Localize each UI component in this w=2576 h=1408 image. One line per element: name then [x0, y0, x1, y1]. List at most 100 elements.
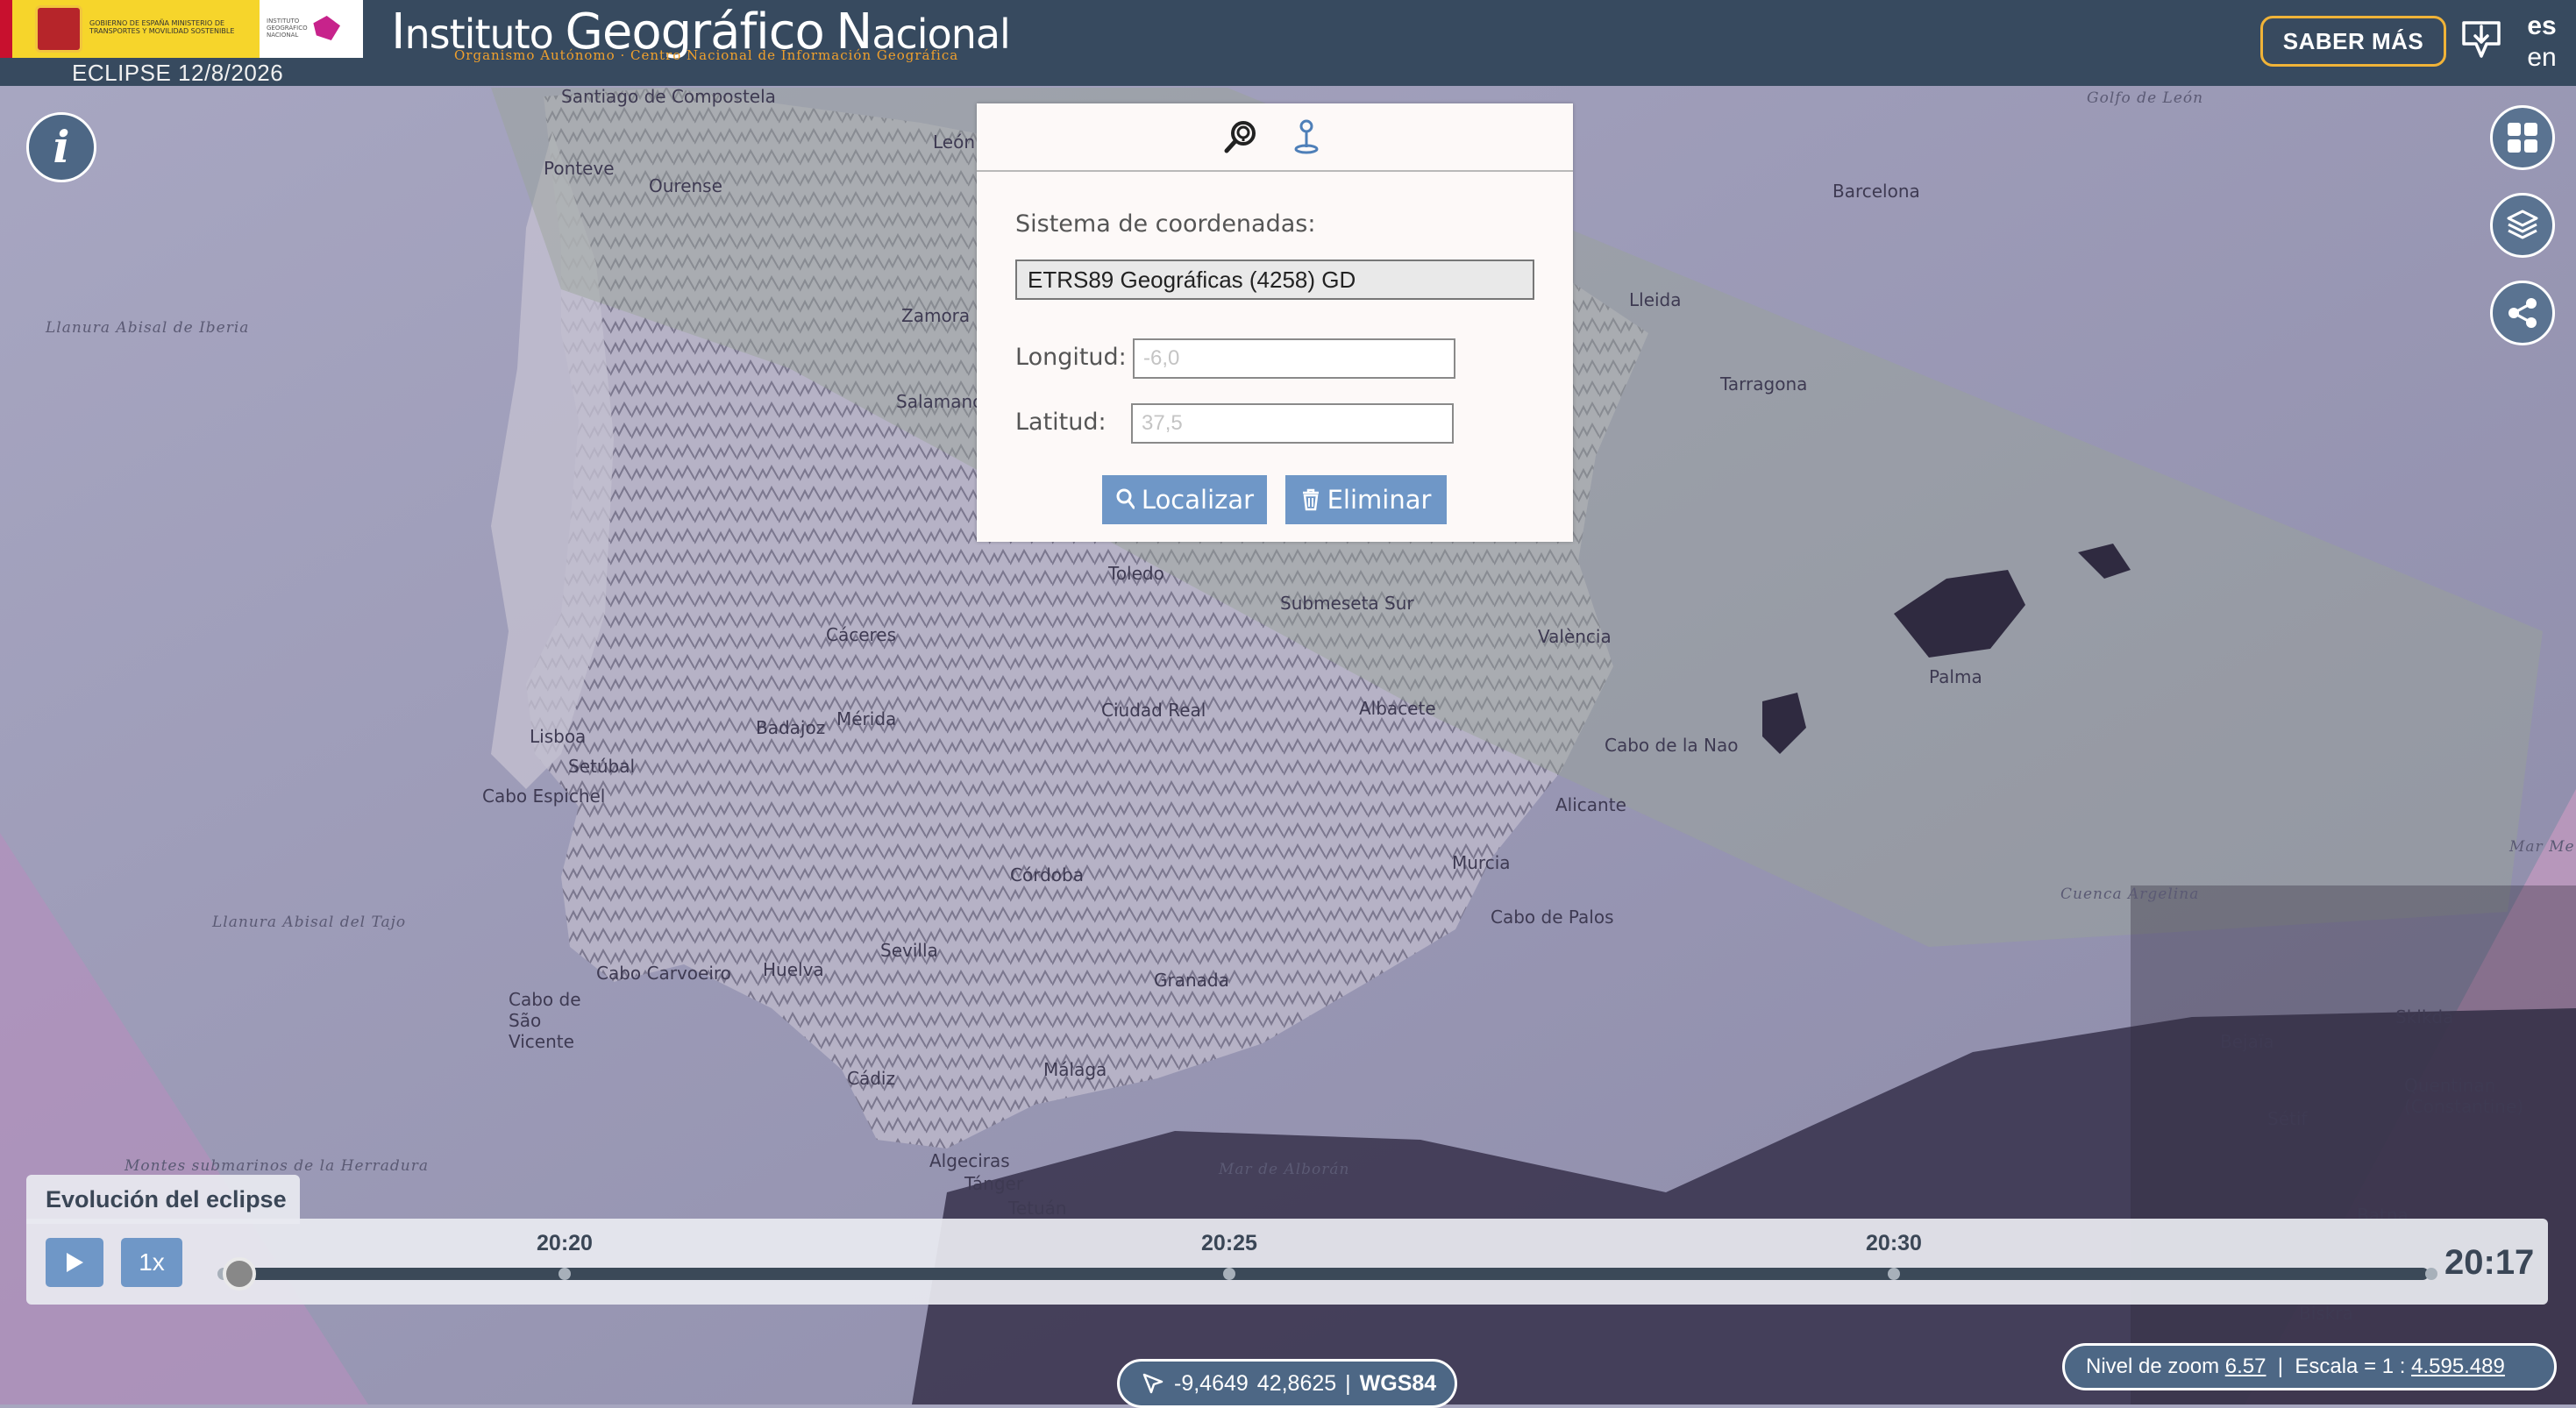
gov-logo-text: GOBIERNO DE ESPAÑA MINISTERIO DE TRANSPO…	[89, 19, 235, 35]
layers-icon	[2507, 210, 2538, 239]
map-label-place: Biskra	[2299, 1303, 2353, 1324]
map-label-place: Cabo de Palos	[1491, 907, 1614, 928]
timeline-tick-label: 20:25	[1201, 1231, 1257, 1255]
map-label-place: Cáceres	[826, 624, 897, 645]
locate-icon	[1116, 488, 1135, 509]
map-label-place: Setúbal	[568, 756, 636, 777]
crs-label: Sistema de coordenadas:	[1015, 210, 1316, 238]
map-label-place: Cádiz	[847, 1068, 895, 1089]
crs-select-value: ETRS89 Geográficas (4258) GD	[1028, 266, 1356, 293]
language-switch: es en	[2511, 11, 2572, 74]
timeline-tick	[559, 1268, 571, 1280]
speed-button[interactable]: 1x	[121, 1238, 182, 1287]
map-label-place: Lisboa	[530, 726, 587, 747]
download-icon[interactable]	[2460, 18, 2502, 63]
map-label-place: Cabo de la Nao	[1605, 735, 1739, 756]
timeline-tick	[1223, 1268, 1235, 1280]
eclipse-timeline: 1x 20:20 20:25 20:30 20:17	[26, 1219, 2548, 1305]
eliminar-button[interactable]: Eliminar	[1285, 475, 1447, 524]
map-label-place: Albacete	[1359, 698, 1436, 719]
ign-subtitle: Organismo Autónomo · Centro Nacional de …	[454, 47, 959, 63]
coat-of-arms-icon	[35, 5, 82, 53]
search-panel-tabs	[977, 103, 1573, 172]
play-button[interactable]	[46, 1238, 103, 1287]
cursor-latitude: 42,8625	[1256, 1370, 1337, 1396]
map-label-place: León	[933, 132, 976, 153]
map-label-place: Cabo Carvoeiro	[596, 963, 731, 984]
timeline-tick	[1888, 1268, 1900, 1280]
map-label-place: Málaga	[1043, 1059, 1107, 1080]
map-label-place: Cabo Espichel	[482, 786, 606, 807]
localizar-button[interactable]: Localizar	[1102, 475, 1267, 524]
saber-mas-button[interactable]: SABER MÁS	[2260, 16, 2446, 67]
map-label-place: Sevilla	[880, 940, 938, 961]
map-label-place: Bejaïa	[2220, 1031, 2274, 1052]
info-button[interactable]: i	[26, 112, 96, 182]
tab-search-place[interactable]	[1220, 116, 1263, 158]
map-label-place: València	[1538, 626, 1612, 647]
map-label-place: Córdoba	[1010, 864, 1084, 885]
timeline-tick	[2425, 1268, 2437, 1280]
longitude-label: Longitud:	[1015, 344, 1127, 371]
map-label-place: Quentinan (Constantine)	[2404, 1075, 2524, 1117]
app-title: ECLIPSE 12/8/2026	[72, 60, 284, 86]
map-label-place: Badajoz	[756, 717, 826, 738]
tab-coordinates[interactable]	[1285, 116, 1327, 158]
header-bar: GOBIERNO DE ESPAÑA MINISTERIO DE TRANSPO…	[0, 0, 2576, 86]
map-label-sea: Cuenca Argelina	[2060, 885, 2200, 903]
map-label-sea: Montes submarinos de la Herradura	[125, 1157, 429, 1175]
share-button[interactable]	[2490, 281, 2555, 345]
zoom-label: Nivel de zoom	[2086, 1355, 2220, 1378]
map-label-place: Submeseta Sur	[1280, 593, 1414, 614]
map-label-sea: Llanura Abisal de Iberia	[46, 319, 250, 337]
eu-flag-strip	[0, 0, 12, 58]
map-label-place: Sétif	[2267, 1108, 2308, 1129]
map-label-sea: Mar Me	[2509, 838, 2575, 856]
map-label-place: Toledo	[1108, 563, 1164, 584]
lang-en-link[interactable]: en	[2511, 42, 2572, 74]
info-icon: i	[53, 121, 70, 173]
coord-system[interactable]: WGS84	[1360, 1371, 1437, 1397]
layers-button[interactable]	[2490, 193, 2555, 258]
zoom-value[interactable]: 6.57	[2225, 1355, 2266, 1379]
cursor-longitude: -9,4649	[1174, 1370, 1249, 1396]
timeline-slider-handle[interactable]	[223, 1257, 256, 1291]
ign-badge-logo[interactable]: INSTITUTO GEOGRÁFICO NACIONAL	[260, 0, 363, 58]
map-label-place: Cabo de São Vicente	[509, 989, 581, 1052]
grid-button[interactable]	[2490, 105, 2555, 170]
map-label-place: Alicante	[1555, 794, 1626, 815]
localizar-label: Localizar	[1141, 485, 1255, 515]
ign-badge-text: INSTITUTO GEOGRÁFICO NACIONAL	[267, 18, 308, 39]
night-shadow	[2131, 885, 2576, 1404]
map-label-place: Algeciras	[929, 1150, 1010, 1171]
map-label-place: Ponteve	[544, 158, 615, 179]
scale-value[interactable]: 4.595.489	[2411, 1355, 2505, 1379]
map-label-place: Barcelona	[1832, 181, 1920, 202]
latitude-input[interactable]	[1131, 403, 1454, 444]
map-label-sea: Golfo de León	[2087, 89, 2204, 107]
map-label-place: Mérida	[836, 708, 897, 729]
crs-select[interactable]: ETRS89 Geográficas (4258) GD	[1015, 260, 1534, 300]
map-label-place: Skikda	[2395, 1006, 2454, 1028]
map-label-place: Granada	[1154, 970, 1229, 991]
eliminar-label: Eliminar	[1327, 485, 1432, 515]
map-label-place: Huelva	[763, 959, 824, 980]
longitude-input[interactable]	[1133, 338, 1455, 379]
latitude-label: Latitud:	[1015, 409, 1107, 436]
scale-label: Escala = 1 :	[2295, 1355, 2406, 1378]
map-label-place: Murcia	[1452, 852, 1511, 873]
coord-separator: |	[1345, 1370, 1351, 1396]
title-initial: I	[391, 4, 405, 60]
government-logo[interactable]: GOBIERNO DE ESPAÑA MINISTERIO DE TRANSPO…	[0, 0, 260, 58]
trash-icon	[1302, 488, 1319, 511]
timeline-track[interactable]	[221, 1268, 2429, 1280]
timeline-tick-label: 20:20	[537, 1231, 593, 1255]
timeline-tick-label: 20:30	[1866, 1231, 1922, 1255]
share-icon	[2508, 298, 2537, 328]
timeline-title: Evolución del eclipse	[26, 1175, 300, 1224]
lang-es-link[interactable]: es	[2511, 11, 2572, 42]
map-label-sea: Llanura Abisal del Tajo	[212, 914, 407, 931]
map-label-place: Tarragona	[1720, 373, 1808, 395]
cursor-icon	[1142, 1373, 1163, 1394]
map-label-place: Lleida	[1629, 289, 1682, 310]
